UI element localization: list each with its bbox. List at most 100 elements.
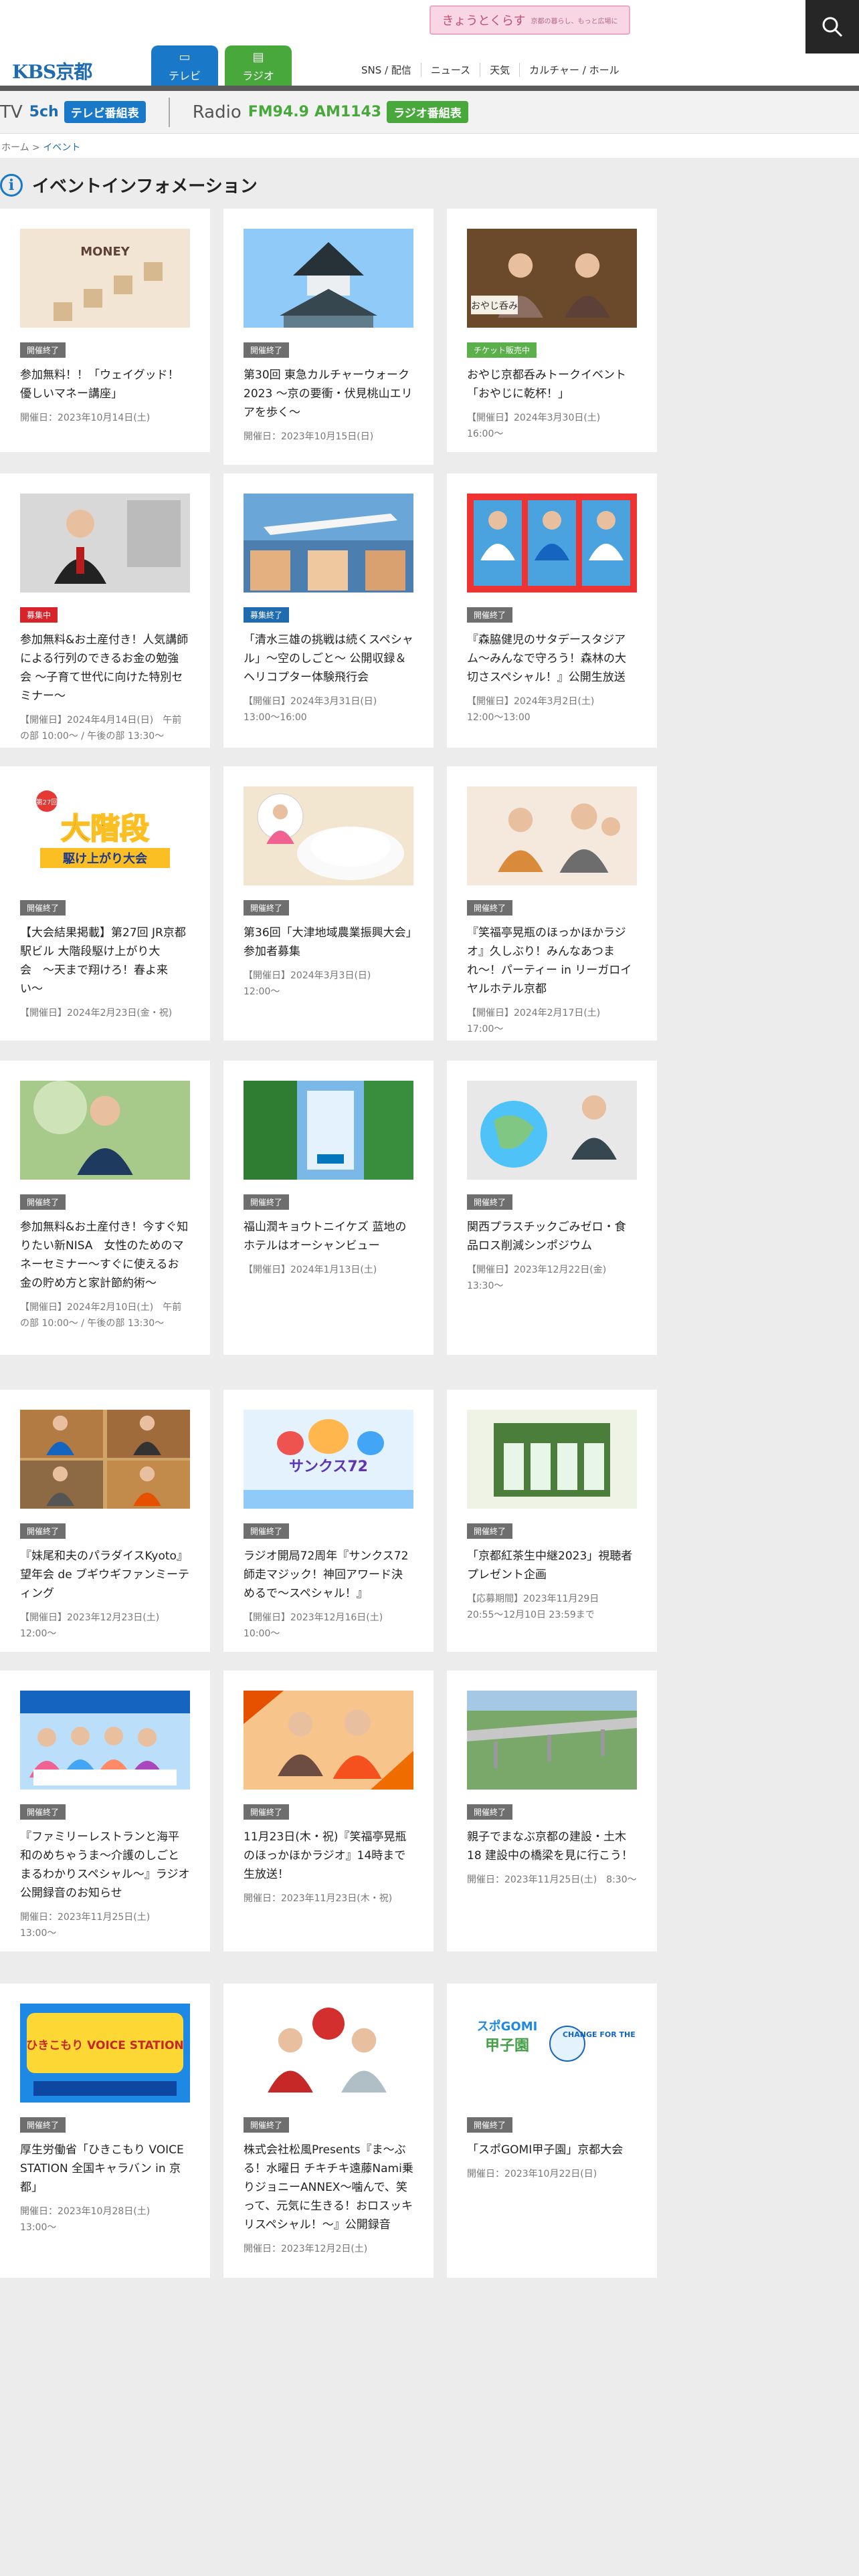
page-title: i イベントインフォメーション <box>0 173 258 197</box>
svg-text:おやじ呑み: おやじ呑み <box>471 301 518 312</box>
status-badge: 開催終了 <box>244 2117 290 2133</box>
event-card[interactable]: 開催終了 『妹尾和夫のパラダイスKyoto』望年会 de ブギウギファンミーティン… <box>0 1390 210 1652</box>
svg-text:甲子園: 甲子園 <box>485 2038 529 2054</box>
event-date: 開催日：2023年11月25日(土) 13:00〜 <box>20 1912 160 1939</box>
event-title[interactable]: ラジオ開局72周年『サンクス72 師走マジック！神回アワード決めるで〜スペシャル… <box>244 1547 413 1603</box>
tv-guide-button[interactable]: テレビ番組表 <box>64 101 146 123</box>
status-badge: 開催終了 <box>20 900 66 916</box>
event-date: 【開催日】2024年2月10日(土) 午前の部 10:00〜 / 午後の部 13… <box>20 1302 182 1329</box>
event-title[interactable]: おやじ京都呑みトークイベント「おやじに乾杯！」 <box>467 366 637 403</box>
event-title[interactable]: 第30回 東急カルチャーウォーク2023 〜京の要衝・伏見桃山エリアを歩く〜 <box>244 366 413 422</box>
status-badge: 開催終了 <box>467 900 513 916</box>
event-card[interactable]: サンクス72 開催終了 ラジオ開局72周年『サンクス72 師走マジック！神回アワード… <box>223 1390 434 1652</box>
svg-text:大階段: 大階段 <box>61 812 149 846</box>
event-card[interactable]: 開催終了 福山潤キョウトニイケズ 蓝地のホテルはオーシャンビュー 【開催日】2024… <box>223 1061 434 1355</box>
event-card[interactable]: 開催終了 参加無料&お土産付き！今すぐ知りたい新NISA 女性のためのマネーセミナ… <box>0 1061 210 1355</box>
event-date: 【開催日】2024年4月14日(日) 午前の部 10:00〜 / 午後の部 13… <box>20 715 182 742</box>
event-title[interactable]: 株式会社松風Presents『ま〜ぶる！水曜日 チキチキ遠藤Nami乗りジョニー… <box>244 2141 413 2234</box>
status-badge: チケット販売中 <box>467 342 537 358</box>
site-logo[interactable]: KBS京都 <box>12 58 92 84</box>
thumbnail-image <box>467 786 637 885</box>
banner-main-text: きょうとくらす <box>442 14 526 28</box>
event-title[interactable]: 福山潤キョウトニイケズ 蓝地のホテルはオーシャンビュー <box>244 1218 413 1255</box>
event-date: 【開催日】2023年12月23日(土) 12:00〜 <box>20 1612 160 1639</box>
event-card[interactable]: スポGOMI 甲子園 CHANGE FOR THE BLUE 開催終了「スポGOMI甲… <box>447 1983 657 2278</box>
event-title[interactable]: 関西プラスチックごみゼロ・食品ロス削減シンポジウム <box>467 1218 637 1255</box>
event-title[interactable]: 『妹尾和夫のパラダイスKyoto』望年会 de ブギウギファンミーティング <box>20 1547 190 1603</box>
event-title[interactable]: 参加無料！！「ウェイグッド！優しいマネー講座」 <box>20 366 190 403</box>
event-card[interactable]: 開催終了 関西プラスチックごみゼロ・食品ロス削減シンポジウム 【開催日】2023年1… <box>447 1061 657 1355</box>
event-title[interactable]: 「スポGOMI甲子園」京都大会 <box>467 2141 637 2159</box>
event-title[interactable]: 厚生労働省「ひきこもり VOICE STATION 全国キャラバン in 京都」 <box>20 2141 190 2197</box>
event-title[interactable]: 11月23日(木・祝)『笑福亭晃瓶のほっかほかラジオ』14時まで生放送！ <box>244 1828 413 1884</box>
svg-text:CHANGE FOR THE BLUE: CHANGE FOR THE BLUE <box>563 2030 637 2039</box>
event-title[interactable]: 『ファミリーレストランと海平和のめちゃうま〜介護のしごとまるわかりスペシャル〜』… <box>20 1828 190 1903</box>
nav-sns[interactable]: SNS / 配信 <box>361 63 421 77</box>
event-card[interactable]: 開催終了 第36回「大津地域農業振興大会」参加者募集 【開催日】2024年3月3日(… <box>223 766 434 1041</box>
nav-weather[interactable]: 天気 <box>480 63 520 77</box>
event-date: 開催日：2023年10月28日(土) 13:00〜 <box>20 2206 160 2233</box>
thumbnail-image <box>244 1081 413 1180</box>
event-date: 開催日：2023年10月14日(土) <box>20 413 151 423</box>
tab-radio[interactable]: ▤ ラジオ <box>225 45 292 87</box>
event-card[interactable]: おやじ呑み チケット販売中 おやじ京都呑みトークイベント「おやじに乾杯！」 【開催日】… <box>447 209 657 452</box>
event-title[interactable]: 第36回「大津地域農業振興大会」参加者募集 <box>244 924 413 961</box>
search-button[interactable] <box>805 0 859 53</box>
event-title[interactable]: 「清水三雄の挑戦は続くスペシャル」〜空のしごと〜 公開収録＆ヘリコプター体験飛行… <box>244 631 413 687</box>
event-date: 【応募期間】2023年11月29日 20:55〜12月10日 23:59まで <box>467 1594 599 1620</box>
thumbnail-image <box>467 1410 637 1509</box>
svg-text:ひきこもり VOICE STATION: ひきこもり VOICE STATION <box>26 2039 184 2052</box>
event-date: 【開催日】2024年3月2日(土) 12:00〜13:00 <box>467 696 604 723</box>
thumbnail-image: 第27回大階段駆け上がり大会 <box>20 786 190 885</box>
event-card[interactable]: 開催終了『笑福亭晃瓶のほっかほかラジオ』久しぶり！みんなあつまれ〜！パーティー … <box>447 766 657 1041</box>
event-card[interactable]: 第27回 大階段駆け上がり大会開催終了【大会結果掲載】第27回 JR京都駅ビル 大… <box>0 766 210 1041</box>
thumbnail-image <box>20 1081 190 1180</box>
event-card[interactable]: 開催終了第30回 東急カルチャーウォーク2023 〜京の要衝・伏見桃山エリアを歩… <box>223 209 434 465</box>
breadcrumb-current[interactable]: イベント <box>43 142 80 153</box>
event-title[interactable]: 【大会結果掲載】第27回 JR京都駅ビル 大階段駆け上がり大会 〜天まで翔けろ！… <box>20 924 190 998</box>
svg-text:スポGOMI: スポGOMI <box>477 2019 538 2034</box>
breadcrumb: ホーム > イベント <box>0 134 859 158</box>
event-card[interactable]: 開催終了 親子でまなぶ京都の建設・土木18 建設中の橋梁を見に行こう！ 開催日：20… <box>447 1671 657 1951</box>
event-card[interactable]: 開催終了 『ファミリーレストランと海平和のめちゃうま〜介護のしごとまるわかりスペシ… <box>0 1671 210 1951</box>
event-title[interactable]: 『森脇健児のサタデースタジアム〜みんなで守ろう！森林の大切さスペシャル！』公開生… <box>467 631 637 687</box>
thumbnail-image <box>20 494 190 593</box>
status-badge: 開催終了 <box>244 342 290 358</box>
thumbnail-image <box>20 1410 190 1509</box>
tv-icon: ▭ <box>179 49 191 64</box>
event-card[interactable]: 募集終了 「清水三雄の挑戦は続くスペシャル」〜空のしごと〜 公開収録＆ヘリコプター… <box>223 473 434 748</box>
event-title[interactable]: 「京都紅茶生中継2023」視聴者プレゼント企画 <box>467 1547 637 1584</box>
nav-news[interactable]: ニュース <box>421 63 481 77</box>
event-title[interactable]: 参加無料&お土産付き！今すぐ知りたい新NISA 女性のためのマネーセミナー〜すぐ… <box>20 1218 190 1293</box>
status-badge: 開催終了 <box>20 2117 66 2133</box>
tab-tv[interactable]: ▭ テレビ <box>151 45 218 87</box>
event-card[interactable]: 開催終了 『森脇健児のサタデースタジアム〜みんなで守ろう！森林の大切さスペシャル！… <box>447 473 657 748</box>
event-title[interactable]: 『笑福亭晃瓶のほっかほかラジオ』久しぶり！みんなあつまれ〜！パーティー in リ… <box>467 924 637 998</box>
event-title[interactable]: 参加無料&お土産付き！人気講師による行列のできるお金の勉強会 〜子育て世代に向け… <box>20 631 190 706</box>
svg-text:第27回: 第27回 <box>36 798 58 807</box>
event-date: 【開催日】2024年1月13日(土) <box>244 1265 377 1275</box>
nav-culture[interactable]: カルチャー / ホール <box>520 63 628 77</box>
banner-sub-text: 京都の暮らし、もっと広場に <box>531 17 618 25</box>
thumbnail-image <box>244 494 413 593</box>
thumbnail-image <box>467 1081 637 1180</box>
status-badge: 開催終了 <box>467 1523 513 1539</box>
event-card[interactable]: 募集中 参加無料&お土産付き！人気講師による行列のできるお金の勉強会 〜子育て世代… <box>0 473 210 748</box>
event-card[interactable]: 開催終了株式会社松風Presents『ま〜ぶる！水曜日 チキチキ遠藤Nami乗り… <box>223 1983 434 2278</box>
svg-text:駆け上がり大会: 駆け上がり大会 <box>63 851 147 866</box>
event-title[interactable]: 親子でまなぶ京都の建設・土木18 建設中の橋梁を見に行こう！ <box>467 1828 637 1865</box>
event-date: 開催日：2023年11月25日(土) 8:30〜 <box>467 1874 637 1885</box>
svg-text:サンクス72: サンクス72 <box>289 1459 368 1475</box>
radio-guide-button[interactable]: ラジオ番組表 <box>387 101 468 123</box>
event-card[interactable]: 開催終了 11月23日(木・祝)『笑福亭晃瓶のほっかほかラジオ』14時まで生放送！… <box>223 1671 434 1951</box>
event-card[interactable]: 開催終了「京都紅茶生中継2023」視聴者プレゼント企画【応募期間】2023年11… <box>447 1390 657 1652</box>
event-date: 開催日：2023年12月2日(土) <box>244 2244 368 2254</box>
top-banner[interactable]: きょうとくらす 京都の暮らし、もっと広場に <box>430 5 630 35</box>
page-title-text: イベントインフォメーション <box>32 177 258 197</box>
event-card[interactable]: ひきこもり VOICE STATION 開催終了厚生労働省「ひきこもり VOICE… <box>0 1983 210 2278</box>
breadcrumb-home[interactable]: ホーム <box>1 142 29 153</box>
info-icon: i <box>0 173 23 197</box>
tv-label: TV <box>0 102 23 122</box>
event-card[interactable]: MONEY 開催終了 参加無料！！「ウェイグッド！優しいマネー講座」 開催日：2023… <box>0 209 210 446</box>
am-frequency: AM1143 <box>314 104 382 120</box>
